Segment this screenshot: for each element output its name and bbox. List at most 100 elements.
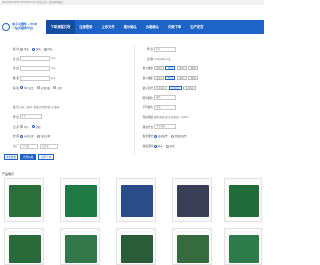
radio-option[interactable]: 单面 xyxy=(20,47,29,51)
product-thumb[interactable] xyxy=(4,178,44,222)
page: { "topbar":{"text":"400-XXX-XXXX XXX@XX.… xyxy=(0,0,264,265)
product-thumb[interactable] xyxy=(116,228,156,265)
option-chip[interactable]: 4mil xyxy=(154,76,164,81)
radio-option[interactable]: 标准交期 xyxy=(20,134,34,138)
radio-label: 单片 xyxy=(24,125,29,129)
option-chip[interactable]: 0.4mm xyxy=(183,85,197,90)
number-input[interactable] xyxy=(20,65,50,71)
select-box[interactable]: 白色 xyxy=(154,104,176,110)
field-text: Complete 不含 xyxy=(154,57,171,61)
radio-option[interactable]: 顺丰 xyxy=(154,144,163,148)
radio-option[interactable]: 普通发票 xyxy=(154,134,168,138)
radio-label: 单面 xyxy=(24,48,29,51)
field-label: 宽 度 xyxy=(12,67,19,71)
field-text: 喷锡(有铅)金(沉金/镀金)…0.8um xyxy=(154,115,189,119)
product-thumb[interactable] xyxy=(4,228,44,265)
number-input[interactable] xyxy=(20,56,50,62)
logo-icon xyxy=(2,23,10,31)
select-box[interactable]: 飞针测试 xyxy=(154,124,176,130)
radio-icon xyxy=(43,47,47,51)
pcb-image xyxy=(229,185,259,217)
select-box[interactable]: 1.6 xyxy=(154,46,176,52)
nav-item[interactable]: 注册登录 xyxy=(75,20,97,34)
field-label: 拼 版 xyxy=(12,86,19,90)
reset-button[interactable]: 重置数据 xyxy=(4,154,18,160)
number-input[interactable] xyxy=(20,75,50,81)
option-chip[interactable]: 4mil xyxy=(154,66,164,71)
option-chip[interactable]: 6mil xyxy=(176,76,187,81)
radio-label: 双面 xyxy=(35,48,41,51)
form-row: 测试方式 飞针测试 xyxy=(136,124,262,130)
unit-label: mm xyxy=(51,66,56,70)
radio-label: 其他 xyxy=(169,145,175,148)
main-nav: 下单流程引导 注册登录 上传文件 报价确认 价格确认 付款下单 生产发货 xyxy=(46,20,264,34)
form-row: 交 期 标准交期 加急交期 xyxy=(2,133,132,139)
field-label: 测试方式 xyxy=(142,125,153,129)
option-chip[interactable]: 8mil xyxy=(188,76,199,81)
nav-item[interactable]: 报价确认 xyxy=(119,20,141,34)
radio-option[interactable]: 双面 xyxy=(31,47,41,51)
field-label: 备 注 xyxy=(12,106,19,110)
product-thumb[interactable] xyxy=(172,228,212,265)
radio-option[interactable]: 其他 xyxy=(165,144,175,148)
field-label: 数 量 xyxy=(12,77,19,81)
form-row: 长 度 mm xyxy=(2,56,132,62)
form-row xyxy=(2,95,132,101)
radio-option[interactable]: 单片 xyxy=(20,125,29,129)
product-thumb[interactable] xyxy=(224,178,262,222)
form-row: 出 货 单片 拼版 xyxy=(2,124,132,130)
product-thumb[interactable] xyxy=(172,178,212,222)
field-label: 层 数 xyxy=(146,57,153,61)
select-box[interactable]: 绿色 xyxy=(154,95,176,100)
field-label: 厚 度 xyxy=(12,115,19,119)
field-label: 长 度 xyxy=(12,57,19,61)
radio-option[interactable]: 拼版 xyxy=(31,125,41,129)
place-order-button[interactable]: 立即下单 xyxy=(38,154,54,160)
radio-option[interactable]: 四层 xyxy=(43,47,53,51)
top-info-bar: 400-XXX-XXXX XXX@XX.com 提交日志 | 成功案例展示 xyxy=(0,0,264,5)
nav-item[interactable]: 价格确认 xyxy=(141,20,163,34)
radio-option[interactable]: 加急交期 xyxy=(36,134,50,138)
select-box[interactable]: 东莞市 xyxy=(40,143,58,149)
radio-icon xyxy=(31,47,35,51)
option-chip[interactable]: 6mil xyxy=(176,66,187,71)
product-thumb[interactable] xyxy=(60,228,100,265)
radio-icon xyxy=(20,134,23,138)
site-logo[interactable]: 电子元器件 · PCB 一站式服务平台 xyxy=(2,20,42,34)
select-value: 飞针测试 xyxy=(156,125,166,129)
option-chip[interactable]: 0.3mm xyxy=(168,85,182,90)
radio-option[interactable]: 合拼 xyxy=(53,86,62,90)
radio-option[interactable]: 单片出货 xyxy=(20,86,34,90)
radio-icon xyxy=(170,134,174,138)
radio-option[interactable]: 增值税发票 xyxy=(170,134,187,138)
product-thumb[interactable] xyxy=(60,178,100,222)
pcb-image xyxy=(65,235,97,263)
field-label: 出 货 xyxy=(12,125,19,129)
radio-option[interactable]: 无需拼板 xyxy=(36,86,50,90)
form-row: 字符颜色 白色 xyxy=(136,104,262,110)
option-chip[interactable]: 8mil xyxy=(188,66,199,71)
nav-item[interactable]: 上传文件 xyxy=(97,20,119,34)
select-box[interactable]: 广东省 xyxy=(20,143,38,149)
radio-label: 四层 xyxy=(47,48,53,51)
nav-item[interactable]: 生产发货 xyxy=(186,20,208,34)
nav-item[interactable]: 付款下单 xyxy=(164,20,186,34)
field-label: 板 材 xyxy=(12,48,19,51)
calc-price-button[interactable]: 计算价格 xyxy=(20,154,36,160)
form-row: 板 材 单面 双面 四层 xyxy=(2,46,132,52)
select-box[interactable]: 1.6 xyxy=(20,114,42,120)
option-chip[interactable]: 0.2mm xyxy=(154,85,168,90)
radio-label: 单片出货 xyxy=(24,86,34,90)
product-thumb[interactable] xyxy=(224,228,262,265)
option-chip[interactable]: 5mil xyxy=(165,66,176,71)
form-row: 最小孔径 0.2mm 0.3mm 0.4mm xyxy=(136,85,262,91)
field-text: 如有（说明：要求过孔等特殊工艺要求） xyxy=(20,106,62,110)
pcb-image xyxy=(65,185,97,217)
nav-item[interactable]: 下单流程引导 xyxy=(46,20,75,34)
option-chip[interactable]: 5mil xyxy=(165,76,176,81)
field-label: 最小孔径 xyxy=(142,86,153,90)
field-label: 最小线距 xyxy=(142,77,153,81)
product-thumb[interactable] xyxy=(116,178,156,222)
radio-label: 合拼 xyxy=(57,86,62,90)
radio-icon xyxy=(154,144,157,148)
